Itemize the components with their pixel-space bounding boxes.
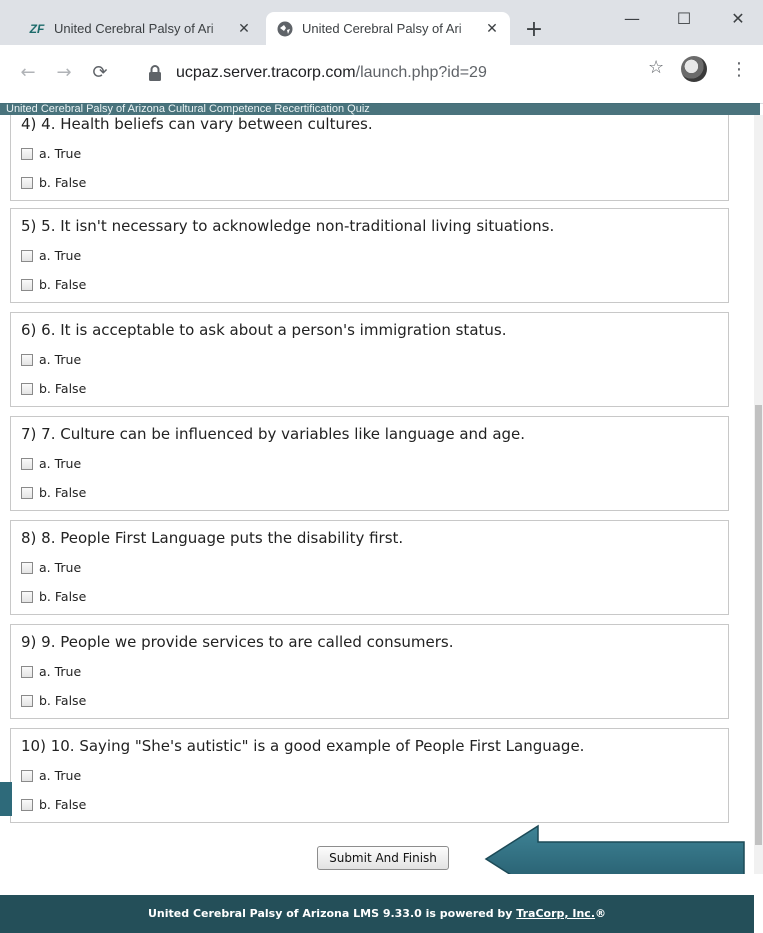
checkbox[interactable] — [21, 590, 33, 603]
checkbox[interactable] — [21, 176, 33, 189]
checkbox[interactable] — [21, 278, 33, 291]
option-true[interactable]: a. True — [21, 768, 81, 783]
question-card-4: 4) 4. Health beliefs can vary between cu… — [10, 115, 729, 201]
checkbox[interactable] — [21, 147, 33, 160]
tab-title: United Cerebral Palsy of Ari — [302, 21, 462, 36]
checkbox[interactable] — [21, 769, 33, 782]
lock-icon — [149, 65, 161, 81]
question-card-8: 8) 8. People First Language puts the dis… — [10, 520, 729, 615]
tab-close-icon[interactable]: ✕ — [484, 20, 500, 37]
checkbox[interactable] — [21, 249, 33, 262]
option-false[interactable]: b. False — [21, 589, 86, 604]
question-text: 7) 7. Culture can be influenced by varia… — [21, 425, 526, 443]
question-card-5: 5) 5. It isn't necessary to acknowledge … — [10, 208, 729, 303]
checkbox[interactable] — [21, 486, 33, 499]
checkbox[interactable] — [21, 382, 33, 395]
new-tab-button[interactable]: + — [522, 18, 546, 42]
option-false[interactable]: b. False — [21, 175, 86, 190]
checkbox[interactable] — [21, 665, 33, 678]
page-title-bar: United Cerebral Palsy of Arizona Cultura… — [0, 103, 760, 115]
question-card-9: 9) 9. People we provide services to are … — [10, 624, 729, 719]
scrollbar-thumb[interactable] — [755, 405, 762, 845]
option-true[interactable]: a. True — [21, 352, 81, 367]
question-text: 10) 10. Saying "She's autistic" is a goo… — [21, 737, 585, 755]
page-scrollbar[interactable] — [754, 115, 763, 874]
quiz-content: 4) 4. Health beliefs can vary between cu… — [0, 115, 754, 874]
tab-inactive[interactable]: ZF United Cerebral Palsy of Ari ✕ — [18, 12, 262, 45]
option-false[interactable]: b. False — [21, 277, 86, 292]
footer-gap — [0, 874, 763, 895]
option-false[interactable]: b. False — [21, 485, 86, 500]
option-false[interactable]: b. False — [21, 693, 86, 708]
question-card-10: 10) 10. Saying "She's autistic" is a goo… — [10, 728, 729, 823]
browser-toolbar: ← → ⟳ ucpaz.server.tracorp.com/launch.ph… — [0, 45, 763, 104]
question-text: 4) 4. Health beliefs can vary between cu… — [21, 115, 373, 133]
checkbox[interactable] — [21, 798, 33, 811]
url-text: ucpaz.server.tracorp.com/launch.php?id=2… — [176, 64, 487, 81]
bookmark-star-icon[interactable]: ☆ — [648, 57, 664, 78]
option-true[interactable]: a. True — [21, 664, 81, 679]
tab-strip: ZF United Cerebral Palsy of Ari ✕ United… — [0, 0, 763, 45]
back-arrow-icon[interactable]: ← — [14, 59, 42, 87]
tab-title: United Cerebral Palsy of Ari — [54, 21, 214, 36]
zf-logo-icon: ZF — [29, 21, 45, 36]
submit-and-finish-button[interactable]: Submit And Finish — [317, 846, 449, 870]
address-bar[interactable]: ucpaz.server.tracorp.com/launch.php?id=2… — [130, 56, 690, 90]
minimize-button[interactable]: — — [612, 4, 652, 34]
side-tab-decoration — [0, 782, 12, 816]
page-footer: United Cerebral Palsy of Arizona LMS 9.3… — [0, 895, 754, 933]
profile-avatar[interactable] — [681, 56, 707, 82]
globe-icon — [277, 21, 293, 36]
kebab-menu-icon[interactable]: ⋮ — [730, 59, 748, 80]
question-text: 9) 9. People we provide services to are … — [21, 633, 454, 651]
checkbox[interactable] — [21, 694, 33, 707]
maximize-button[interactable]: ☐ — [664, 4, 704, 34]
option-true[interactable]: a. True — [21, 248, 81, 263]
question-card-7: 7) 7. Culture can be influenced by varia… — [10, 416, 729, 511]
checkbox[interactable] — [21, 353, 33, 366]
tab-close-icon[interactable]: ✕ — [236, 20, 252, 37]
reload-icon[interactable]: ⟳ — [86, 59, 114, 87]
tab-active[interactable]: United Cerebral Palsy of Ari ✕ — [266, 12, 510, 45]
checkbox[interactable] — [21, 561, 33, 574]
option-true[interactable]: a. True — [21, 560, 81, 575]
question-text: 5) 5. It isn't necessary to acknowledge … — [21, 217, 555, 235]
option-false[interactable]: b. False — [21, 381, 86, 396]
close-window-button[interactable]: ✕ — [718, 4, 758, 34]
tracorp-link[interactable]: TraCorp, Inc. — [516, 907, 595, 920]
question-card-6: 6) 6. It is acceptable to ask about a pe… — [10, 312, 729, 407]
question-text: 8) 8. People First Language puts the dis… — [21, 529, 404, 547]
forward-arrow-icon[interactable]: → — [50, 59, 78, 87]
checkbox[interactable] — [21, 457, 33, 470]
option-true[interactable]: a. True — [21, 146, 81, 161]
option-true[interactable]: a. True — [21, 456, 81, 471]
question-text: 6) 6. It is acceptable to ask about a pe… — [21, 321, 507, 339]
option-false[interactable]: b. False — [21, 797, 86, 812]
